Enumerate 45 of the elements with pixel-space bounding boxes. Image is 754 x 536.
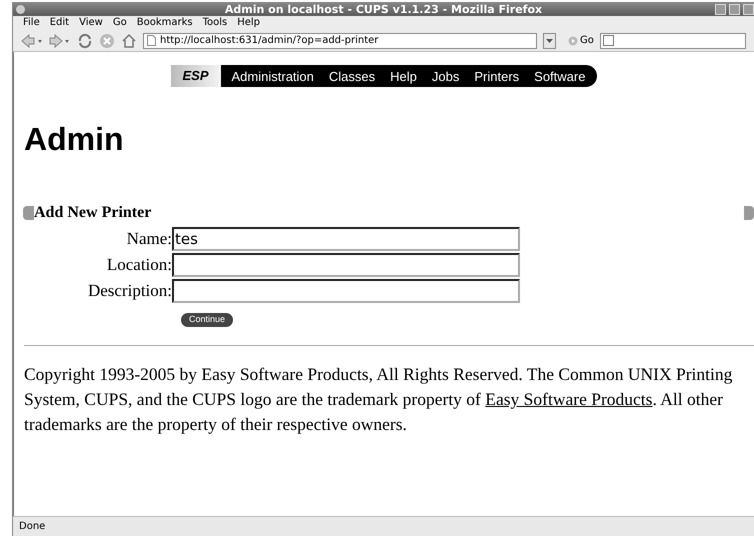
continue-button[interactable]: Continue (181, 312, 234, 326)
copyright-text: Copyright 1993-2005 by Easy Software Products, All Rights Reserved. The Common UNIX Printing System, CUPS, and the CUPS logo are the trademark property of Easy Software Products. All other trademarks are the property of their respective owners. (24, 363, 734, 436)
menu-item[interactable]: Help (237, 18, 260, 28)
nav-link[interactable]: Classes (328, 70, 376, 82)
home-icon[interactable] (121, 32, 137, 48)
nav-link[interactable]: Printers (474, 70, 520, 82)
status-text: Done (19, 520, 46, 534)
esp-logo[interactable]: ESP (170, 65, 221, 87)
menu-item[interactable]: File (23, 18, 40, 28)
menu-item[interactable]: Tools (202, 18, 228, 28)
input-field[interactable]: tes (172, 227, 520, 251)
section-title: Add New Printer (34, 205, 152, 221)
stop-icon[interactable] (99, 32, 115, 48)
minimize-icon[interactable] (715, 4, 726, 14)
nav-link[interactable]: Help (390, 70, 417, 82)
page-heading: Admin (24, 123, 125, 155)
caret-icon (546, 38, 553, 42)
menu-item[interactable]: View (79, 18, 103, 28)
maximize-icon[interactable] (729, 4, 740, 14)
page-icon (147, 35, 156, 46)
field-label: Name: (126, 228, 172, 250)
search-engine-icon (602, 35, 614, 46)
search-field[interactable] (600, 32, 746, 48)
nav-link[interactable]: Jobs (432, 70, 460, 82)
nav-link[interactable]: Software (534, 70, 586, 82)
close-icon[interactable] (743, 4, 754, 14)
back-arrow-icon[interactable] (21, 34, 43, 48)
input-field[interactable] (172, 253, 520, 277)
go-button[interactable]: Go (568, 36, 594, 46)
url-text: http://localhost:631/admin/?op=add-printer (160, 36, 378, 46)
reload-icon[interactable] (77, 32, 93, 48)
window-title: Admin on localhost - CUPS v1.1.23 - Mozilla Firefox (224, 4, 542, 14)
forward-arrow-icon[interactable] (49, 34, 71, 48)
field-label: Description: (86, 280, 172, 302)
field-label: Location: (106, 254, 172, 276)
go-icon (568, 36, 578, 46)
company-link[interactable]: Easy Software Products (485, 389, 652, 409)
menu-item[interactable]: Edit (50, 18, 70, 28)
input-field[interactable] (172, 279, 520, 303)
nav-link[interactable]: Administration (232, 70, 314, 82)
menu-item[interactable]: Go (112, 18, 127, 28)
dropdown-button[interactable] (543, 32, 556, 48)
app-icon (16, 4, 25, 14)
address-field[interactable]: http://localhost:631/admin/?op=add-printer (143, 32, 537, 48)
menu-item[interactable]: Bookmarks (136, 18, 193, 28)
